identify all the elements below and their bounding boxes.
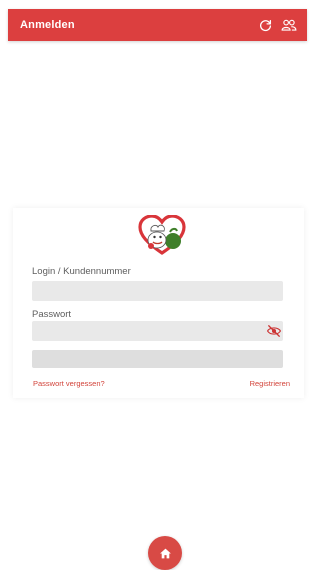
account-button[interactable]	[279, 15, 299, 35]
register-link[interactable]: Registrieren	[250, 379, 290, 388]
password-input[interactable]	[32, 321, 283, 341]
login-input[interactable]	[32, 281, 283, 301]
password-visibility-toggle[interactable]	[265, 323, 283, 339]
login-button[interactable]	[32, 350, 283, 368]
refresh-button[interactable]	[255, 15, 275, 35]
forgot-password-link[interactable]: Passwort vergessen?	[33, 379, 105, 388]
login-label: Login / Kundennummer	[32, 266, 131, 277]
home-button[interactable]	[148, 536, 182, 570]
password-label: Passwort	[32, 309, 72, 320]
app-bar: Anmelden	[8, 9, 307, 41]
eye-off-icon	[267, 325, 281, 337]
refresh-icon	[259, 19, 271, 31]
heart-chef-logo	[138, 215, 186, 255]
users-icon	[281, 19, 297, 31]
app-bar-title: Anmelden	[20, 19, 75, 31]
home-icon	[159, 548, 171, 558]
